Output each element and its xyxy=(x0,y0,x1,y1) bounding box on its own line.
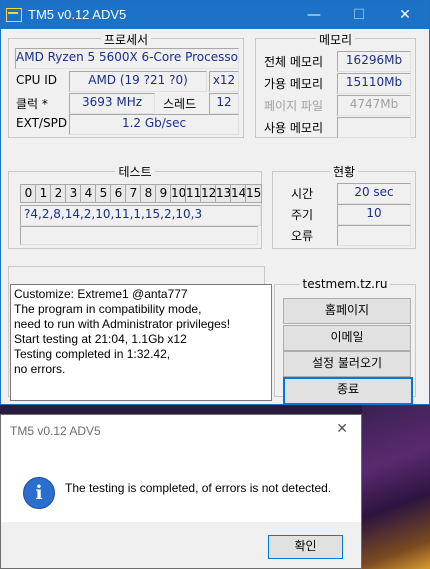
app-icon xyxy=(6,8,22,22)
clock-field: 3693 MHz xyxy=(69,93,155,114)
log-textbox[interactable]: Customize: Extreme1 @anta777 The program… xyxy=(10,284,272,401)
ext-spd-field: 1.2 Gb/sec xyxy=(69,114,239,135)
test-cell: 15 xyxy=(245,184,262,203)
available-memory-field: 15110Mb xyxy=(337,73,411,94)
time-label: 시간 xyxy=(291,187,314,201)
error-label: 오류 xyxy=(291,229,314,243)
dialog-message: The testing is completed, of errors is n… xyxy=(65,481,332,495)
minimize-button[interactable]: — xyxy=(291,1,337,29)
log-line: Start testing at 21:04, 1.1Gb x12 xyxy=(14,332,187,346)
homepage-button[interactable]: 홈페이지 xyxy=(283,298,411,324)
close-button[interactable]: ✕ xyxy=(382,1,428,29)
window-title: TM5 v0.12 ADV5 xyxy=(28,7,127,22)
log-line: Testing completed in 1:32.42, xyxy=(14,347,171,361)
error-field xyxy=(337,225,411,246)
test-sequence-field: ?4,2,8,14,2,10,11,1,15,2,10,3 xyxy=(20,205,261,226)
page-file-label: 페이지 파일 xyxy=(264,99,324,113)
exit-button[interactable]: 종료 xyxy=(283,377,413,405)
used-memory-field xyxy=(337,117,411,138)
ok-button[interactable]: 확인 xyxy=(268,535,343,559)
log-line: Customize: Extreme1 @anta777 xyxy=(14,287,188,301)
status-heading: 현황 xyxy=(272,163,416,180)
load-settings-button[interactable]: 설정 불러오기 xyxy=(283,351,411,377)
log-line: need to run with Administrator privilege… xyxy=(14,317,231,331)
test-heading: 테스트 xyxy=(8,163,262,180)
log-line: no errors. xyxy=(14,362,66,376)
email-button[interactable]: 이메일 xyxy=(283,325,411,351)
message-dialog: TM5 v0.12 ADV5 ✕ i The testing is comple… xyxy=(0,414,362,569)
available-memory-label: 가용 메모리 xyxy=(264,77,324,91)
threads-label: 스레드 xyxy=(163,97,197,111)
info-icon: i xyxy=(23,477,55,509)
title-bar[interactable]: TM5 v0.12 ADV5 — ☐ ✕ xyxy=(1,1,429,29)
maximize-button[interactable]: ☐ xyxy=(336,1,382,29)
cpu-id-label: CPU ID xyxy=(16,73,57,87)
used-memory-label: 사용 메모리 xyxy=(264,121,324,135)
cpu-name-field: AMD Ryzen 5 5600X 6-Core Processor xyxy=(15,48,239,69)
threads-field: 12 xyxy=(209,93,239,114)
total-memory-label: 전체 메모리 xyxy=(264,55,324,69)
cycle-field: 10 xyxy=(337,204,411,225)
site-label: testmem.tz.ru xyxy=(274,277,416,291)
time-field: 20 sec xyxy=(337,183,411,204)
cycle-label: 주기 xyxy=(291,208,314,222)
main-window: TM5 v0.12 ADV5 — ☐ ✕ 프로세서 AMD Ryzen 5 56… xyxy=(0,0,430,405)
memory-heading: 메모리 xyxy=(255,31,416,48)
log-line: The program in compatibility mode, xyxy=(14,302,202,316)
cpu-id-field: AMD (19 ?21 ?0) xyxy=(69,71,207,92)
dialog-title: TM5 v0.12 ADV5 xyxy=(10,424,101,438)
dialog-close-icon[interactable]: ✕ xyxy=(336,421,348,437)
desktop-background xyxy=(362,405,430,569)
total-memory-field: 16296Mb xyxy=(337,51,411,72)
test-progress-bar xyxy=(20,226,258,245)
clock-label: 클럭 * xyxy=(16,97,48,111)
page-file-field: 4747Mb xyxy=(337,95,411,116)
processor-heading: 프로세서 xyxy=(8,31,244,48)
cpu-mult-field: x12 xyxy=(209,71,239,92)
ext-spd-label: EXT/SPD xyxy=(16,116,68,130)
